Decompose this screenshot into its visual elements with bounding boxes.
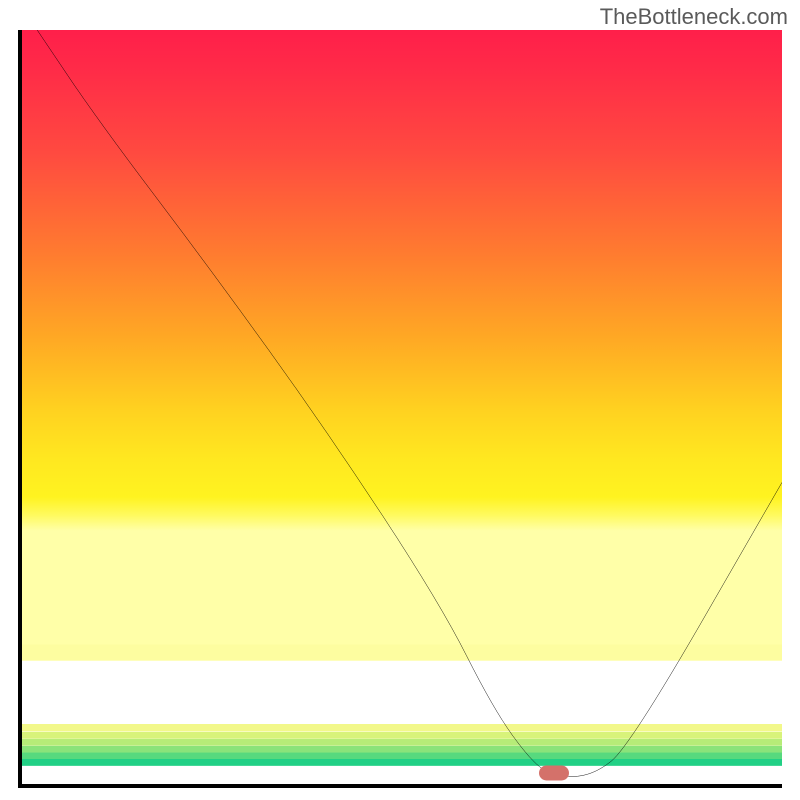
watermark-text: TheBottleneck.com	[600, 4, 788, 30]
chart-line-series	[22, 30, 782, 784]
optimum-marker	[539, 765, 569, 780]
chart-frame	[18, 30, 782, 788]
curve-path	[37, 30, 782, 776]
